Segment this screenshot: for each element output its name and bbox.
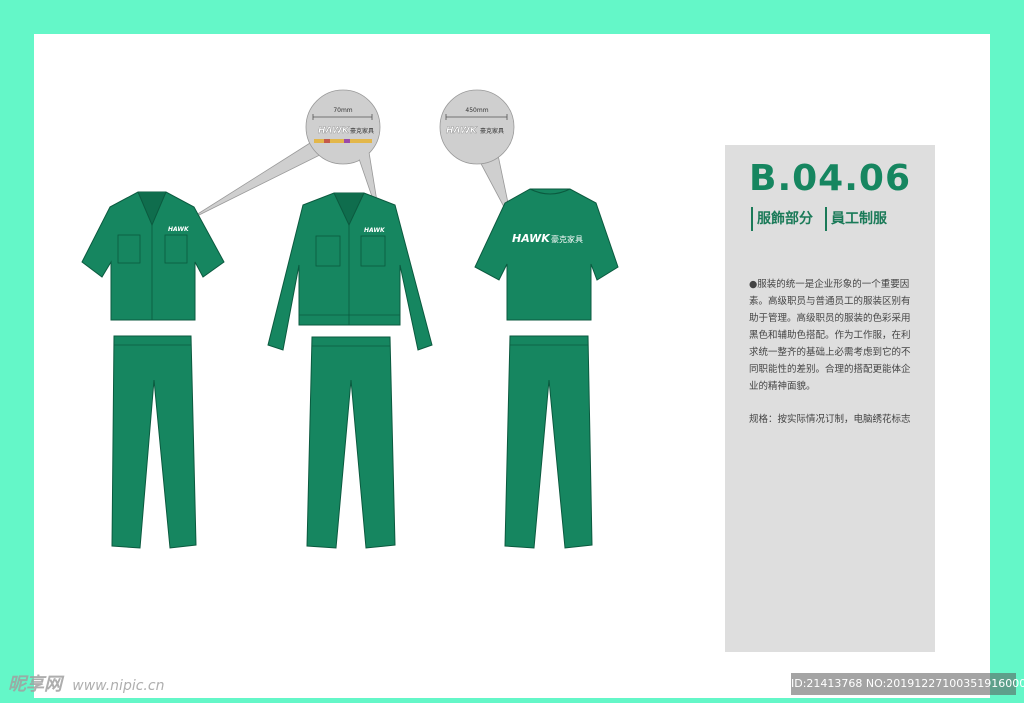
callout-back: 450mm HAWK 豪克家具 (439, 89, 515, 223)
spec-text: 规格：按实际情况订制，电脑绣花标志 (749, 414, 911, 425)
watermark-name: 昵享网 (8, 674, 62, 695)
callout-logo: HAWK (446, 126, 478, 136)
section-subtitle: 員工制服 (825, 207, 887, 231)
callout-size-label: 450mm (465, 107, 488, 114)
back-logo-cn: 豪克家具 (551, 234, 583, 244)
callout-logo-repeat: HAWK (318, 126, 350, 136)
callout-size-label-repeat: 70mm (333, 107, 352, 114)
description-text: ●服装的统一是企业形象的一个重要因素。高级职员与普通员工的服装区别有助于管理。高… (749, 279, 911, 392)
callout-logo-cn: 豪克家具 (480, 127, 504, 135)
uniform-longsleeve-jacket: HAWK (267, 192, 433, 549)
page-code: B.04.06 (749, 158, 911, 199)
chest-logo: HAWK (168, 226, 190, 233)
watermark-logo: 昵享网 www.nipic.cn (8, 673, 164, 697)
spec-panel: B.04.06 服飾部分 員工制服 ●服装的统一是企业形象的一个重要因素。高级职… (725, 145, 935, 652)
back-logo: HAWK (512, 232, 551, 245)
image-id-bar: ID:21413768 NO:20191227100351916000 (791, 673, 1024, 695)
watermark-url: www.nipic.cn (72, 678, 165, 694)
uniform-shortsleeve-front: HAWK (81, 191, 225, 549)
section-title: 服飾部分 (751, 207, 813, 231)
callout-logo-cn-repeat: 豪克家具 (350, 127, 374, 135)
chest-logo-jacket: HAWK (364, 227, 386, 234)
uniform-shortsleeve-back: HAWK 豪克家具 (474, 188, 619, 549)
